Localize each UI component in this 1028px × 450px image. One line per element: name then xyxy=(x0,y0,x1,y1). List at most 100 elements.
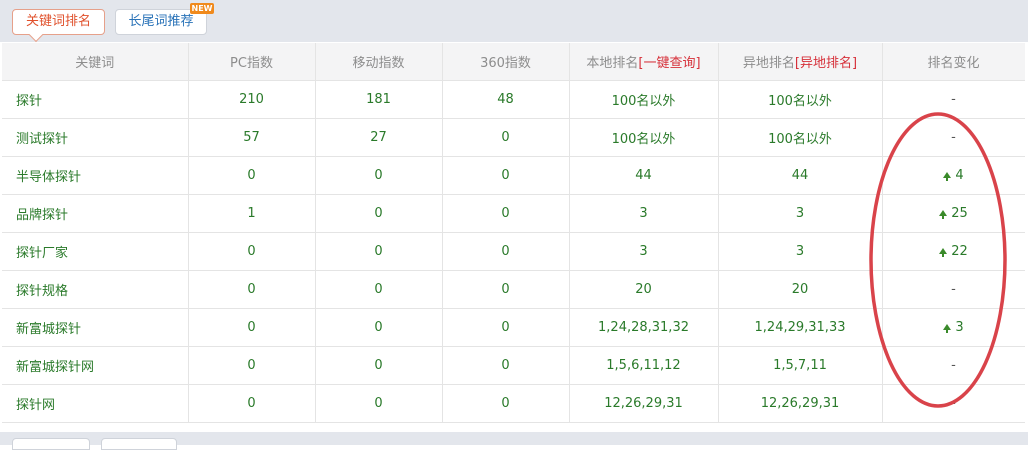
rank-change-value: - xyxy=(951,396,956,411)
index-360-cell: 48 xyxy=(442,80,570,119)
header-remote-rank-label: 异地排名 xyxy=(742,56,795,71)
table-row: 品牌探针 1 0 0 3 3 25 xyxy=(2,194,1026,233)
header-pc-index: PC指数 xyxy=(188,43,316,81)
bottom-tab-1[interactable] xyxy=(12,438,90,450)
header-remote-rank: 异地排名[异地排名] xyxy=(718,43,883,81)
table-row: 探针规格 0 0 0 20 20- xyxy=(2,270,1026,309)
index-360-cell: 0 xyxy=(442,118,570,157)
keyword-cell[interactable]: 探针规格 xyxy=(2,270,189,309)
header-rank-change: 排名变化 xyxy=(882,43,1026,81)
local-rank-cell: 1,24,28,31,32 xyxy=(569,308,719,347)
keyword-cell[interactable]: 测试探针 xyxy=(2,118,189,157)
local-rank-cell: 3 xyxy=(569,232,719,271)
index-360-cell: 0 xyxy=(442,384,570,423)
table-row: 探针网 0 0 0 12,26,29,31 12,26,29,31- xyxy=(2,384,1026,423)
header-local-rank-label: 本地排名 xyxy=(586,56,639,71)
keyword-cell[interactable]: 探针 xyxy=(2,80,189,119)
remote-rank-cell: 20 xyxy=(718,270,883,309)
mobile-index-cell: 181 xyxy=(315,80,443,119)
index-360-cell: 0 xyxy=(442,232,570,271)
local-rank-cell: 100名以外 xyxy=(569,80,719,119)
table-row: 半导体探针 0 0 0 44 44 4 xyxy=(2,156,1026,195)
rank-change-cell: 25 xyxy=(882,194,1026,233)
rank-change-cell: - xyxy=(882,270,1026,309)
rank-change-value: 22 xyxy=(951,244,968,259)
keyword-cell[interactable]: 半导体探针 xyxy=(2,156,189,195)
rank-change-cell: 3 xyxy=(882,308,1026,347)
rank-change-cell: - xyxy=(882,118,1026,157)
table-row: 探针厂家 0 0 0 3 3 22 xyxy=(2,232,1026,271)
pc-index-cell: 1 xyxy=(188,194,316,233)
index-360-cell: 0 xyxy=(442,194,570,233)
mobile-index-cell: 0 xyxy=(315,194,443,233)
pc-index-cell: 0 xyxy=(188,384,316,423)
remote-rank-cell: 3 xyxy=(718,232,883,271)
local-rank-cell: 12,26,29,31 xyxy=(569,384,719,423)
table-row: 新富城探针网 0 0 0 1,5,6,11,12 1,5,7,11- xyxy=(2,346,1026,385)
keyword-cell[interactable]: 探针网 xyxy=(2,384,189,423)
remote-rank-link[interactable]: [异地排名] xyxy=(795,56,857,71)
mobile-index-cell: 0 xyxy=(315,232,443,271)
rank-change-value: - xyxy=(951,92,956,107)
rank-change-value: - xyxy=(951,130,956,145)
mobile-index-cell: 0 xyxy=(315,346,443,385)
index-360-cell: 0 xyxy=(442,346,570,385)
up-arrow-icon xyxy=(943,172,952,181)
mobile-index-cell: 0 xyxy=(315,270,443,309)
mobile-index-cell: 0 xyxy=(315,308,443,347)
remote-rank-cell: 3 xyxy=(718,194,883,233)
index-360-cell: 0 xyxy=(442,308,570,347)
rank-change-cell: - xyxy=(882,384,1026,423)
keyword-ranking-table: 关键词 PC指数 移动指数 360指数 本地排名[一键查询] 异地排名[异地排名… xyxy=(2,43,1026,423)
rank-change-cell: - xyxy=(882,346,1026,385)
table-row: 探针 210 181 48 100名以外 100名以外 - xyxy=(2,80,1026,119)
local-rank-cell: 100名以外 xyxy=(569,118,719,157)
index-360-cell: 0 xyxy=(442,156,570,195)
local-rank-cell: 1,5,6,11,12 xyxy=(569,346,719,385)
rank-change-cell: 4 xyxy=(882,156,1026,195)
header-360-index: 360指数 xyxy=(442,43,570,81)
keyword-cell[interactable]: 新富城探针网 xyxy=(2,346,189,385)
keyword-cell[interactable]: 品牌探针 xyxy=(2,194,189,233)
tab-keyword-ranking[interactable]: 关键词排名 xyxy=(12,9,105,35)
bottom-tab-2[interactable] xyxy=(101,438,177,450)
local-rank-cell: 20 xyxy=(569,270,719,309)
index-360-cell: 0 xyxy=(442,270,570,309)
pc-index-cell: 0 xyxy=(188,156,316,195)
pc-index-cell: 0 xyxy=(188,270,316,309)
up-arrow-icon xyxy=(939,210,948,219)
remote-rank-cell: 1,24,29,31,33 xyxy=(718,308,883,347)
header-mobile-index: 移动指数 xyxy=(315,43,443,81)
local-rank-cell: 44 xyxy=(569,156,719,195)
header-keyword: 关键词 xyxy=(2,43,189,81)
new-badge: NEW xyxy=(190,3,214,14)
header-local-rank: 本地排名[一键查询] xyxy=(569,43,719,81)
keyword-cell[interactable]: 探针厂家 xyxy=(2,232,189,271)
pc-index-cell: 0 xyxy=(188,232,316,271)
remote-rank-cell: 44 xyxy=(718,156,883,195)
remote-rank-cell: 1,5,7,11 xyxy=(718,346,883,385)
table-row: 测试探针 57 27 0 100名以外 100名以外 - xyxy=(2,118,1026,157)
rank-change-value: 3 xyxy=(955,320,964,335)
mobile-index-cell: 27 xyxy=(315,118,443,157)
pc-index-cell: 0 xyxy=(188,346,316,385)
remote-rank-cell: 12,26,29,31 xyxy=(718,384,883,423)
rank-change-cell: 22 xyxy=(882,232,1026,271)
rank-change-value: - xyxy=(951,358,956,373)
remote-rank-cell: 100名以外 xyxy=(718,118,883,157)
up-arrow-icon xyxy=(939,248,948,257)
rank-change-cell: - xyxy=(882,80,1026,119)
table-header-row: 关键词 PC指数 移动指数 360指数 本地排名[一键查询] 异地排名[异地排名… xyxy=(2,43,1026,81)
pc-index-cell: 210 xyxy=(188,80,316,119)
table-row: 新富城探针 0 0 0 1,24,28,31,32 1,24,29,31,33 3 xyxy=(2,308,1026,347)
remote-rank-cell: 100名以外 xyxy=(718,80,883,119)
one-click-query-link[interactable]: [一键查询] xyxy=(638,56,700,71)
keyword-cell[interactable]: 新富城探针 xyxy=(2,308,189,347)
pc-index-cell: 57 xyxy=(188,118,316,157)
pc-index-cell: 0 xyxy=(188,308,316,347)
rank-change-value: - xyxy=(951,282,956,297)
mobile-index-cell: 0 xyxy=(315,156,443,195)
up-arrow-icon xyxy=(943,324,952,333)
rank-change-value: 4 xyxy=(955,168,964,183)
rank-change-value: 25 xyxy=(951,206,968,221)
